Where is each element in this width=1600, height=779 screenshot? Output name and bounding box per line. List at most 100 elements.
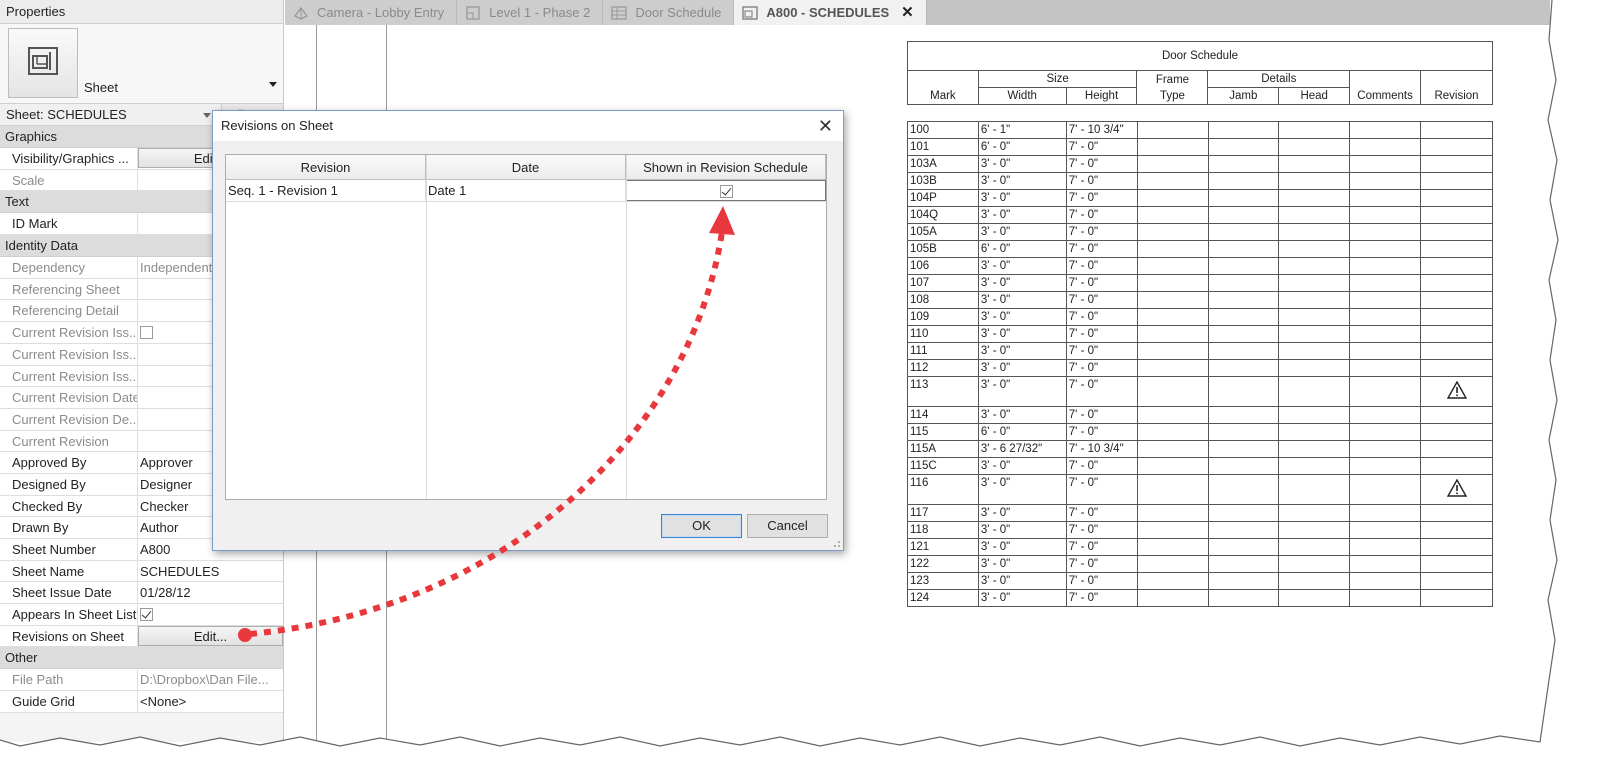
edit-button[interactable]: Edit... — [138, 625, 283, 646]
schedule-row[interactable]: 115C 3' - 0" 7' - 0" — [907, 457, 1493, 475]
cell-empty — [1349, 223, 1422, 241]
cell-revision — [1420, 155, 1493, 173]
cell-mark: 115 — [907, 423, 979, 441]
cell-revision — [1420, 457, 1493, 475]
schedule-row[interactable]: 122 3' - 0" 7' - 0" — [907, 555, 1493, 573]
tab-door-schedule[interactable]: Door Schedule — [603, 0, 735, 25]
property-label: Current Revision — [0, 430, 138, 452]
schedule-row[interactable]: 124 3' - 0" 7' - 0" — [907, 589, 1493, 607]
cell-empty — [1136, 589, 1209, 607]
cell-empty — [1349, 359, 1422, 377]
schedule-row[interactable]: 121 3' - 0" 7' - 0" — [907, 538, 1493, 556]
property-value[interactable] — [138, 604, 283, 625]
cell-empty — [1136, 121, 1209, 139]
cell-height: 7' - 0" — [1065, 189, 1138, 207]
property-value[interactable]: Edit... — [138, 625, 283, 647]
revisions-grid[interactable]: Revision Date Shown in Revision Schedule… — [225, 154, 827, 500]
view-tabs: Camera - Lobby Entry Level 1 - Phase 2 D… — [285, 0, 1550, 25]
cell-empty — [1278, 308, 1351, 326]
cell-empty — [1207, 440, 1280, 458]
schedule-row[interactable]: 116 3' - 0" 7' - 0" — [907, 474, 1493, 505]
shown-in-schedule-cell[interactable] — [626, 180, 826, 201]
close-tab-icon[interactable]: ✕ — [901, 0, 914, 25]
cell-width: 3' - 0" — [977, 257, 1067, 275]
col-mark: Mark — [907, 70, 979, 105]
cell-height: 7' - 0" — [1065, 406, 1138, 424]
cell-empty — [1278, 155, 1351, 173]
cell-revision — [1420, 555, 1493, 573]
schedule-title: Door Schedule — [907, 41, 1493, 71]
cell-empty — [1349, 406, 1422, 424]
cell-mark: 107 — [907, 274, 979, 292]
schedule-row[interactable]: 123 3' - 0" 7' - 0" — [907, 572, 1493, 590]
cell-height: 7' - 0" — [1065, 504, 1138, 522]
ok-button[interactable]: OK — [661, 514, 742, 538]
cell-mark: 114 — [907, 406, 979, 424]
schedule-row[interactable]: 108 3' - 0" 7' - 0" — [907, 291, 1493, 309]
property-label: Current Revision Iss... — [0, 343, 138, 365]
schedule-row[interactable]: 104Q 3' - 0" 7' - 0" — [907, 206, 1493, 224]
cell-revision — [1420, 342, 1493, 360]
tab-a800-schedules[interactable]: A800 - SCHEDULES ✕ — [734, 0, 927, 25]
tab-camera-lobby-entry[interactable]: Camera - Lobby Entry — [285, 0, 458, 25]
tab-level-1-phase-2[interactable]: Level 1 - Phase 2 — [457, 0, 604, 25]
schedule-row[interactable]: 112 3' - 0" 7' - 0" — [907, 359, 1493, 377]
cell-empty — [1278, 342, 1351, 360]
cell-empty — [1136, 223, 1209, 241]
schedule-row[interactable]: 113 3' - 0" 7' - 0" — [907, 376, 1493, 407]
instance-filter-dropdown-icon[interactable] — [203, 113, 211, 118]
revision-row[interactable]: Seq. 1 - Revision 1 Date 1 — [226, 180, 826, 202]
cell-height: 7' - 0" — [1065, 589, 1138, 607]
schedule-row[interactable]: 111 3' - 0" 7' - 0" — [907, 342, 1493, 360]
resize-grip-icon[interactable] — [831, 538, 841, 548]
schedule-row[interactable]: 115A 3' - 6 27/32" 7' - 10 3/4" — [907, 440, 1493, 458]
cell-mark: 104P — [907, 189, 979, 207]
cell-mark: 105A — [907, 223, 979, 241]
property-value[interactable]: 01/28/12 — [138, 582, 283, 603]
cell-empty — [1278, 589, 1351, 607]
schedule-row[interactable]: 110 3' - 0" 7' - 0" — [907, 325, 1493, 343]
schedule-row[interactable]: 104P 3' - 0" 7' - 0" — [907, 189, 1493, 207]
type-selector[interactable]: Sheet — [0, 24, 283, 104]
property-row: Appears In Sheet List — [0, 604, 283, 626]
floor-plan-icon — [466, 5, 480, 20]
schedule-icon — [611, 5, 628, 20]
cancel-button[interactable]: Cancel — [747, 514, 828, 538]
cell-empty — [1207, 308, 1280, 326]
schedule-row[interactable]: 105A 3' - 0" 7' - 0" — [907, 223, 1493, 241]
schedule-row[interactable]: 115 6' - 0" 7' - 0" — [907, 423, 1493, 441]
schedule-body: 100 6' - 1" 7' - 10 3/4" 101 6' - 0" 7' - 0" 1… — [907, 121, 1493, 607]
schedule-row[interactable]: 106 3' - 0" 7' - 0" — [907, 257, 1493, 275]
door-schedule[interactable]: Door Schedule Mark Size Frame Type Detai… — [907, 41, 1493, 607]
schedule-row[interactable]: 103B 3' - 0" 7' - 0" — [907, 172, 1493, 190]
schedule-row[interactable]: 100 6' - 1" 7' - 10 3/4" — [907, 121, 1493, 139]
property-checkbox[interactable] — [140, 608, 153, 622]
cell-revision — [1420, 325, 1493, 343]
schedule-row[interactable]: 103A 3' - 0" 7' - 0" — [907, 155, 1493, 173]
property-value[interactable]: SCHEDULES — [138, 561, 283, 582]
cell-empty — [1349, 504, 1422, 522]
schedule-row[interactable]: 114 3' - 0" 7' - 0" — [907, 406, 1493, 424]
property-label: ID Mark — [0, 213, 138, 235]
cell-revision — [1420, 240, 1493, 258]
property-value[interactable]: <None> — [138, 691, 283, 712]
schedule-row[interactable]: 105B 6' - 0" 7' - 0" — [907, 240, 1493, 258]
schedule-row[interactable]: 118 3' - 0" 7' - 0" — [907, 521, 1493, 539]
schedule-row[interactable]: 109 3' - 0" 7' - 0" — [907, 308, 1493, 326]
cell-width: 3' - 6 27/32" — [977, 440, 1067, 458]
properties-title: Properties — [0, 0, 283, 24]
cell-empty — [1278, 291, 1351, 309]
shown-in-schedule-checkbox[interactable] — [719, 185, 733, 199]
close-icon[interactable]: ✕ — [818, 111, 833, 141]
cell-revision — [1420, 376, 1493, 407]
cell-height: 7' - 0" — [1065, 572, 1138, 590]
col-revision-header[interactable]: Revision — [226, 155, 426, 179]
schedule-row[interactable]: 101 6' - 0" 7' - 0" — [907, 138, 1493, 156]
col-shown-header[interactable]: Shown in Revision Schedule — [626, 155, 826, 179]
schedule-row[interactable]: 107 3' - 0" 7' - 0" — [907, 274, 1493, 292]
schedule-row[interactable]: 117 3' - 0" 7' - 0" — [907, 504, 1493, 522]
type-dropdown-arrow-icon[interactable] — [269, 82, 277, 87]
group-header[interactable]: Other — [0, 647, 283, 670]
cell-width: 3' - 0" — [977, 189, 1067, 207]
col-date-header[interactable]: Date — [426, 155, 626, 179]
